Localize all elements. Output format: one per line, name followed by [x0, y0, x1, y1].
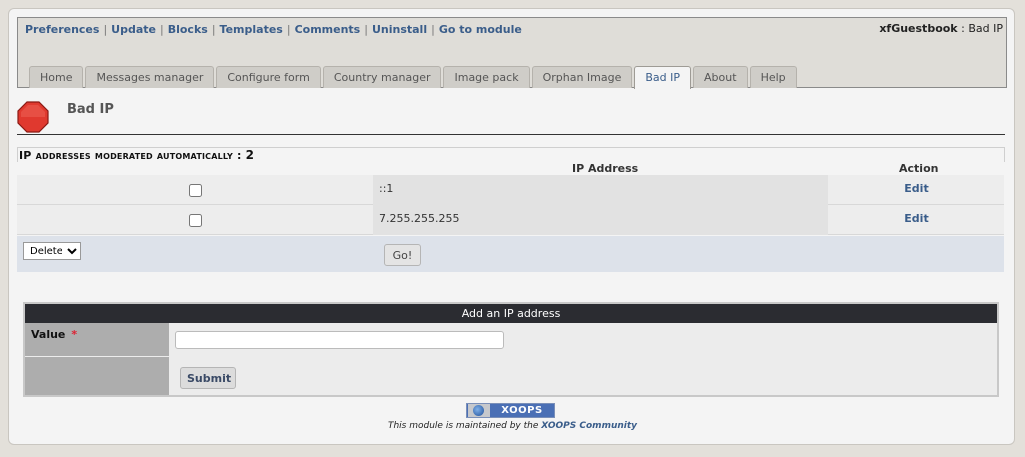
module-section: Bad IP: [968, 22, 1003, 35]
uninstall-link[interactable]: Uninstall: [372, 23, 427, 36]
tab-help[interactable]: Help: [749, 66, 797, 88]
tab-orphan-image[interactable]: Orphan Image: [531, 66, 633, 88]
update-link[interactable]: Update: [111, 23, 156, 36]
module-title: xfGuestbook : Bad IP: [879, 22, 1003, 35]
action-column-header: Action: [899, 162, 939, 175]
module-title-separator: :: [961, 22, 965, 35]
ip-cell: 7.255.255.255: [373, 205, 828, 235]
tab-configure-form[interactable]: Configure form: [216, 66, 321, 88]
submit-cell: Submit: [170, 357, 997, 395]
row-checkbox[interactable]: [189, 184, 202, 197]
tab-bad-ip[interactable]: Bad IP: [634, 66, 692, 89]
value-input[interactable]: [175, 331, 504, 349]
select-cell: [17, 175, 372, 205]
table-row: 7.255.255.255 Edit: [17, 205, 1004, 235]
required-marker: *: [71, 328, 78, 341]
submit-button[interactable]: Submit: [180, 367, 236, 389]
comments-link[interactable]: Comments: [295, 23, 361, 36]
go-button[interactable]: Go!: [384, 244, 421, 266]
row-checkbox[interactable]: [189, 214, 202, 227]
admin-tabs: Home Messages manager Configure form Cou…: [29, 66, 799, 89]
select-cell: [17, 205, 372, 235]
templates-link[interactable]: Templates: [220, 23, 283, 36]
footer-text: This module is maintained by the XOOPS C…: [0, 421, 1025, 431]
ip-cell: ::1: [373, 175, 828, 205]
tab-home[interactable]: Home: [29, 66, 84, 88]
page-title: Bad IP: [67, 102, 114, 117]
module-name: xfGuestbook: [879, 22, 958, 35]
bulk-action-row: Delete Go!: [17, 236, 1004, 272]
tab-image-pack[interactable]: Image pack: [443, 66, 530, 88]
xoops-badge-label: XOOPS: [501, 405, 543, 416]
title-divider: [17, 134, 1005, 135]
ip-address-column-header: IP Address: [572, 162, 639, 175]
ip-count: 2: [245, 148, 255, 162]
blocks-link[interactable]: Blocks: [168, 23, 208, 36]
tab-country-manager[interactable]: Country manager: [322, 66, 442, 88]
xoops-community-link[interactable]: XOOPS Community: [541, 421, 637, 431]
edit-link[interactable]: Edit: [904, 182, 928, 195]
action-cell: Edit: [829, 175, 1004, 205]
tab-about[interactable]: About: [693, 66, 748, 88]
value-label: Value *: [31, 328, 77, 341]
go-to-module-link[interactable]: Go to module: [439, 23, 522, 36]
submit-label-cell: [25, 357, 169, 395]
tab-messages-manager[interactable]: Messages manager: [85, 66, 215, 88]
admin-header: Preferences | Update | Blocks | Templates | Comm…: [17, 17, 1007, 89]
preferences-link[interactable]: Preferences: [25, 23, 99, 36]
table-row: ::1 Edit: [17, 175, 1004, 205]
stop-sign-icon: [17, 101, 49, 133]
ip-list-heading-text: IP addresses moderated automatically :: [19, 149, 242, 162]
value-label-cell: Value *: [25, 323, 169, 356]
add-ip-form-title: Add an IP address: [25, 304, 997, 323]
bulk-action-select[interactable]: Delete: [23, 242, 81, 260]
ip-list-heading: IP addresses moderated automatically : 2: [19, 148, 254, 162]
value-input-cell: [170, 323, 997, 356]
add-ip-form: Add an IP address Value * Submit: [23, 302, 999, 397]
admin-top-links: Preferences | Update | Blocks | Templates | Comm…: [25, 23, 522, 36]
xoops-badge[interactable]: XOOPS: [466, 403, 555, 418]
action-cell: Edit: [829, 205, 1004, 235]
globe-icon: [468, 404, 490, 417]
edit-link[interactable]: Edit: [904, 212, 928, 225]
footer-text-prefix: This module is maintained by the: [387, 421, 542, 431]
value-label-text: Value: [31, 328, 66, 341]
